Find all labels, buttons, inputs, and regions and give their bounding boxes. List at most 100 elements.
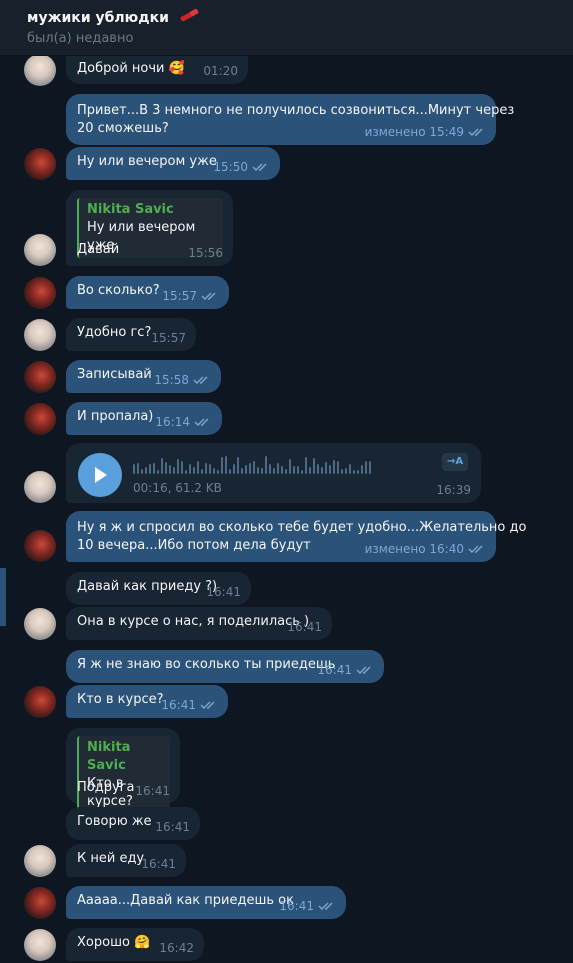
message-time: 16:41 xyxy=(206,585,241,599)
waveform-bar xyxy=(137,463,139,474)
message-text-line1: Привет...В 3 немного не получилось созво… xyxy=(77,103,515,118)
message-text: К ней еду xyxy=(77,851,145,866)
avatar[interactable] xyxy=(24,319,56,351)
scroll-indicator[interactable] xyxy=(0,568,6,626)
waveform-bar xyxy=(365,461,367,474)
double-check-icon xyxy=(468,128,483,136)
message-meta: 16:41 xyxy=(141,855,176,873)
waveform-bar xyxy=(257,467,259,474)
waveform-bar xyxy=(197,461,199,474)
avatar[interactable] xyxy=(24,530,56,562)
double-check-icon xyxy=(193,376,208,384)
message-incoming[interactable]: К ней еду 16:41 xyxy=(66,844,186,877)
avatar[interactable] xyxy=(24,929,56,961)
avatar[interactable] xyxy=(24,686,56,718)
message-meta: 16:41 xyxy=(161,696,218,714)
message-outgoing[interactable]: Я ж не знаю во сколько ты приедешь 16:41 xyxy=(66,650,384,683)
double-check-icon xyxy=(252,163,267,171)
message-text: Она в курсе о нас, я поделилась ) xyxy=(77,614,310,629)
waveform-bar xyxy=(217,470,219,474)
avatar[interactable] xyxy=(24,845,56,877)
avatar[interactable] xyxy=(24,403,56,435)
message-time: 16:42 xyxy=(159,941,194,955)
message-incoming-reply[interactable]: Nikita Savic Кто в курсе? Подруга 16:41 xyxy=(66,728,180,814)
message-incoming[interactable]: Давай как приеду ?) 16:41 xyxy=(66,572,251,605)
message-outgoing[interactable]: Привет...В 3 немного не получилось созво… xyxy=(66,94,514,145)
message-incoming[interactable]: Хорошо 🤗 16:42 xyxy=(66,928,204,961)
waveform-bar xyxy=(281,466,283,474)
waveform-bar xyxy=(285,469,287,474)
avatar[interactable] xyxy=(24,887,56,919)
message-outgoing[interactable]: Записывай 15:58 xyxy=(66,360,221,393)
reply-author: Nikita Savic xyxy=(87,740,131,773)
avatar[interactable] xyxy=(24,361,56,393)
message-time: 15:57 xyxy=(162,289,197,303)
waveform-bar xyxy=(157,470,159,474)
message-meta: 15:50 xyxy=(213,158,270,176)
message-outgoing[interactable]: Во сколько? 15:57 xyxy=(66,276,229,309)
waveform-bar xyxy=(289,459,291,474)
message-text: Кто в курсе? xyxy=(77,692,164,707)
message-outgoing[interactable]: Ну или вечером уже 15:50 xyxy=(66,147,280,180)
play-button[interactable] xyxy=(78,453,122,497)
message-outgoing[interactable]: Ааааа...Давай как приедешь ок 16:41 xyxy=(66,886,346,919)
message-outgoing[interactable]: И пропала) 16:14 xyxy=(66,402,222,435)
message-meta: 15:58 xyxy=(154,371,211,389)
message-incoming[interactable]: Удобно гс? 15:57 xyxy=(66,318,196,351)
waveform-bar xyxy=(229,469,231,474)
message-incoming[interactable]: Говорю же 16:41 xyxy=(66,807,200,840)
message-text: Ну или вечером уже xyxy=(77,154,217,169)
message-meta: 16:41 xyxy=(287,618,322,636)
reply-quote[interactable]: Nikita Savic Кто в курсе? xyxy=(77,736,170,814)
message-meta: 16:41 xyxy=(317,661,374,679)
waveform-bar xyxy=(245,465,247,474)
message-text: Доброй ночи xyxy=(77,61,165,76)
double-check-icon xyxy=(201,292,216,300)
transcribe-button[interactable]: →A xyxy=(442,453,468,471)
waveform-bar xyxy=(213,468,215,474)
message-time: 16:39 xyxy=(436,483,471,497)
message-time: 15:56 xyxy=(188,246,223,260)
waveform-bar xyxy=(261,468,263,474)
waveform-bar xyxy=(269,464,271,474)
waveform-bar xyxy=(361,465,363,474)
avatar[interactable] xyxy=(24,608,56,640)
message-meta: изменено 16:40 xyxy=(365,540,486,558)
avatar[interactable] xyxy=(24,471,56,503)
waveform-bar xyxy=(277,463,279,474)
avatar[interactable] xyxy=(24,148,56,180)
double-check-icon xyxy=(194,418,209,426)
message-text: Хорошо xyxy=(77,935,130,950)
chat-header[interactable]: мужики ублюдки был(а) недавно xyxy=(0,0,573,56)
waveform-bar xyxy=(149,464,151,474)
chat-title[interactable]: мужики ублюдки xyxy=(27,8,200,28)
double-check-icon xyxy=(468,545,483,553)
waveform-bar xyxy=(357,470,359,474)
avatar[interactable] xyxy=(24,277,56,309)
waveform-bar xyxy=(165,462,167,474)
waveform-bar xyxy=(341,469,343,474)
message-outgoing[interactable]: Ну я ж и спросил во сколько тебе будет у… xyxy=(66,511,526,562)
message-outgoing[interactable]: Кто в курсе? 16:41 xyxy=(66,685,228,718)
message-time: 16:41 xyxy=(135,784,170,798)
waveform-bar xyxy=(273,468,275,474)
waveform-bar xyxy=(349,464,351,474)
voice-waveform[interactable] xyxy=(133,454,373,474)
voice-message[interactable]: 00:16, 61.2 KB →A 16:39 xyxy=(66,443,481,503)
message-text-line1: Ну я ж и спросил во сколько тебе будет у… xyxy=(77,520,527,535)
waveform-bar xyxy=(193,467,195,474)
message-incoming-reply[interactable]: Nikita Savic Ну или вечером уже Давай 15… xyxy=(66,190,233,266)
avatar[interactable] xyxy=(24,54,56,86)
message-incoming[interactable]: Она в курсе о нас, я поделилась ) 16:41 xyxy=(66,607,332,640)
message-time: 16:41 xyxy=(141,857,176,871)
message-text: Давай как приеду ?) xyxy=(77,579,218,594)
chat-status: был(а) недавно xyxy=(27,31,134,46)
avatar[interactable] xyxy=(24,234,56,266)
message-meta: 16:41 xyxy=(279,897,336,915)
waveform-bar xyxy=(297,466,299,474)
reply-author: Nikita Savic xyxy=(87,202,174,217)
chat-title-text: мужики ублюдки xyxy=(27,10,169,26)
waveform-bar xyxy=(133,464,135,474)
message-text: Во сколько? xyxy=(77,283,160,298)
waveform-bar xyxy=(321,467,323,474)
